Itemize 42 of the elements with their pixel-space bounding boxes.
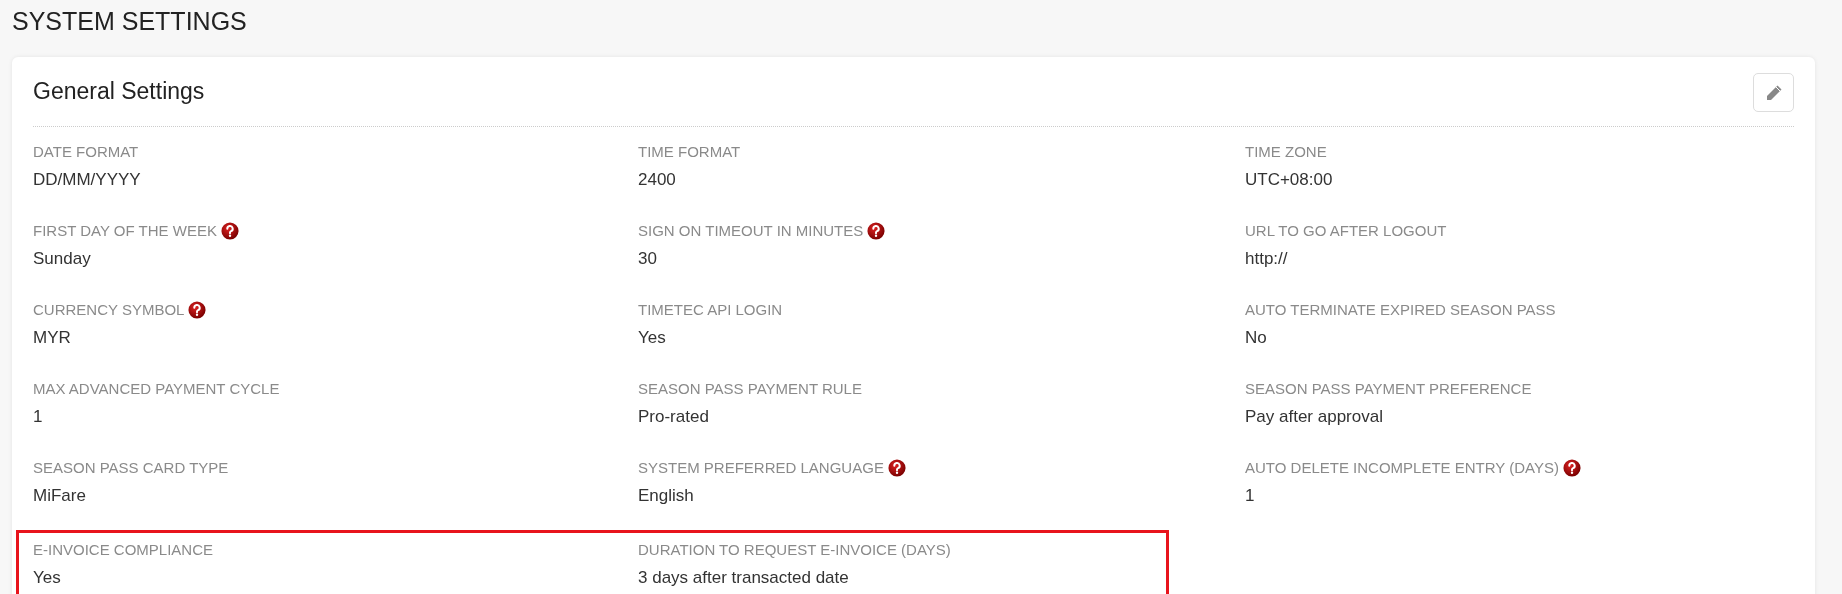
- field-label: DATE FORMAT: [33, 141, 139, 162]
- field-value: Pro-rated: [638, 406, 709, 428]
- help-icon[interactable]: [1562, 459, 1581, 477]
- field-value: MYR: [33, 327, 71, 349]
- field-value: http://: [1245, 248, 1288, 270]
- field-label: SEASON PASS PAYMENT PREFERENCE: [1245, 378, 1532, 399]
- field-value: Sunday: [33, 248, 91, 270]
- field-label: TIMETEC API LOGIN: [638, 299, 783, 320]
- field-value: Yes: [638, 327, 666, 349]
- field-value: Yes: [33, 567, 61, 589]
- field-value: 1: [1245, 485, 1255, 507]
- field-value: 2400: [638, 169, 676, 191]
- field-label: E-INVOICE COMPLIANCE: [33, 539, 214, 560]
- field-label: SYSTEM PREFERRED LANGUAGE: [638, 457, 884, 478]
- field-value: 30: [638, 248, 657, 270]
- field-label: SEASON PASS PAYMENT RULE: [638, 378, 862, 399]
- field-value: 1: [33, 406, 43, 428]
- field-value: UTC+08:00: [1245, 169, 1333, 191]
- field-value: MiFare: [33, 485, 86, 507]
- field-value: 3 days after transacted date: [638, 567, 849, 589]
- field-label: FIRST DAY OF THE WEEK: [33, 220, 217, 241]
- help-icon[interactable]: [220, 222, 239, 240]
- help-icon[interactable]: [887, 459, 906, 477]
- field-label: MAX ADVANCED PAYMENT CYCLE: [33, 378, 280, 399]
- field-value: No: [1245, 327, 1267, 349]
- field-label: TIME FORMAT: [638, 141, 741, 162]
- help-icon[interactable]: [188, 301, 207, 319]
- field-label: URL TO GO AFTER LOGOUT: [1245, 220, 1447, 241]
- field-label: DURATION TO REQUEST E-INVOICE (DAYS): [638, 539, 951, 560]
- field-label: AUTO TERMINATE EXPIRED SEASON PASS: [1245, 299, 1556, 320]
- field-label: AUTO DELETE INCOMPLETE ENTRY (DAYS): [1245, 457, 1559, 478]
- field-label: SEASON PASS CARD TYPE: [33, 457, 229, 478]
- edit-button[interactable]: [1753, 73, 1794, 112]
- page-title: SYSTEM SETTINGS: [12, 6, 248, 37]
- field-label: SIGN ON TIMEOUT IN MINUTES: [638, 220, 864, 241]
- field-value: English: [638, 485, 694, 507]
- field-value: Pay after approval: [1245, 406, 1383, 428]
- field-label: CURRENCY SYMBOL: [33, 299, 185, 320]
- field-label: TIME ZONE: [1245, 141, 1327, 162]
- help-icon[interactable]: [867, 222, 886, 240]
- card-title: General Settings: [33, 77, 205, 107]
- field-value: DD/MM/YYYY: [33, 169, 141, 191]
